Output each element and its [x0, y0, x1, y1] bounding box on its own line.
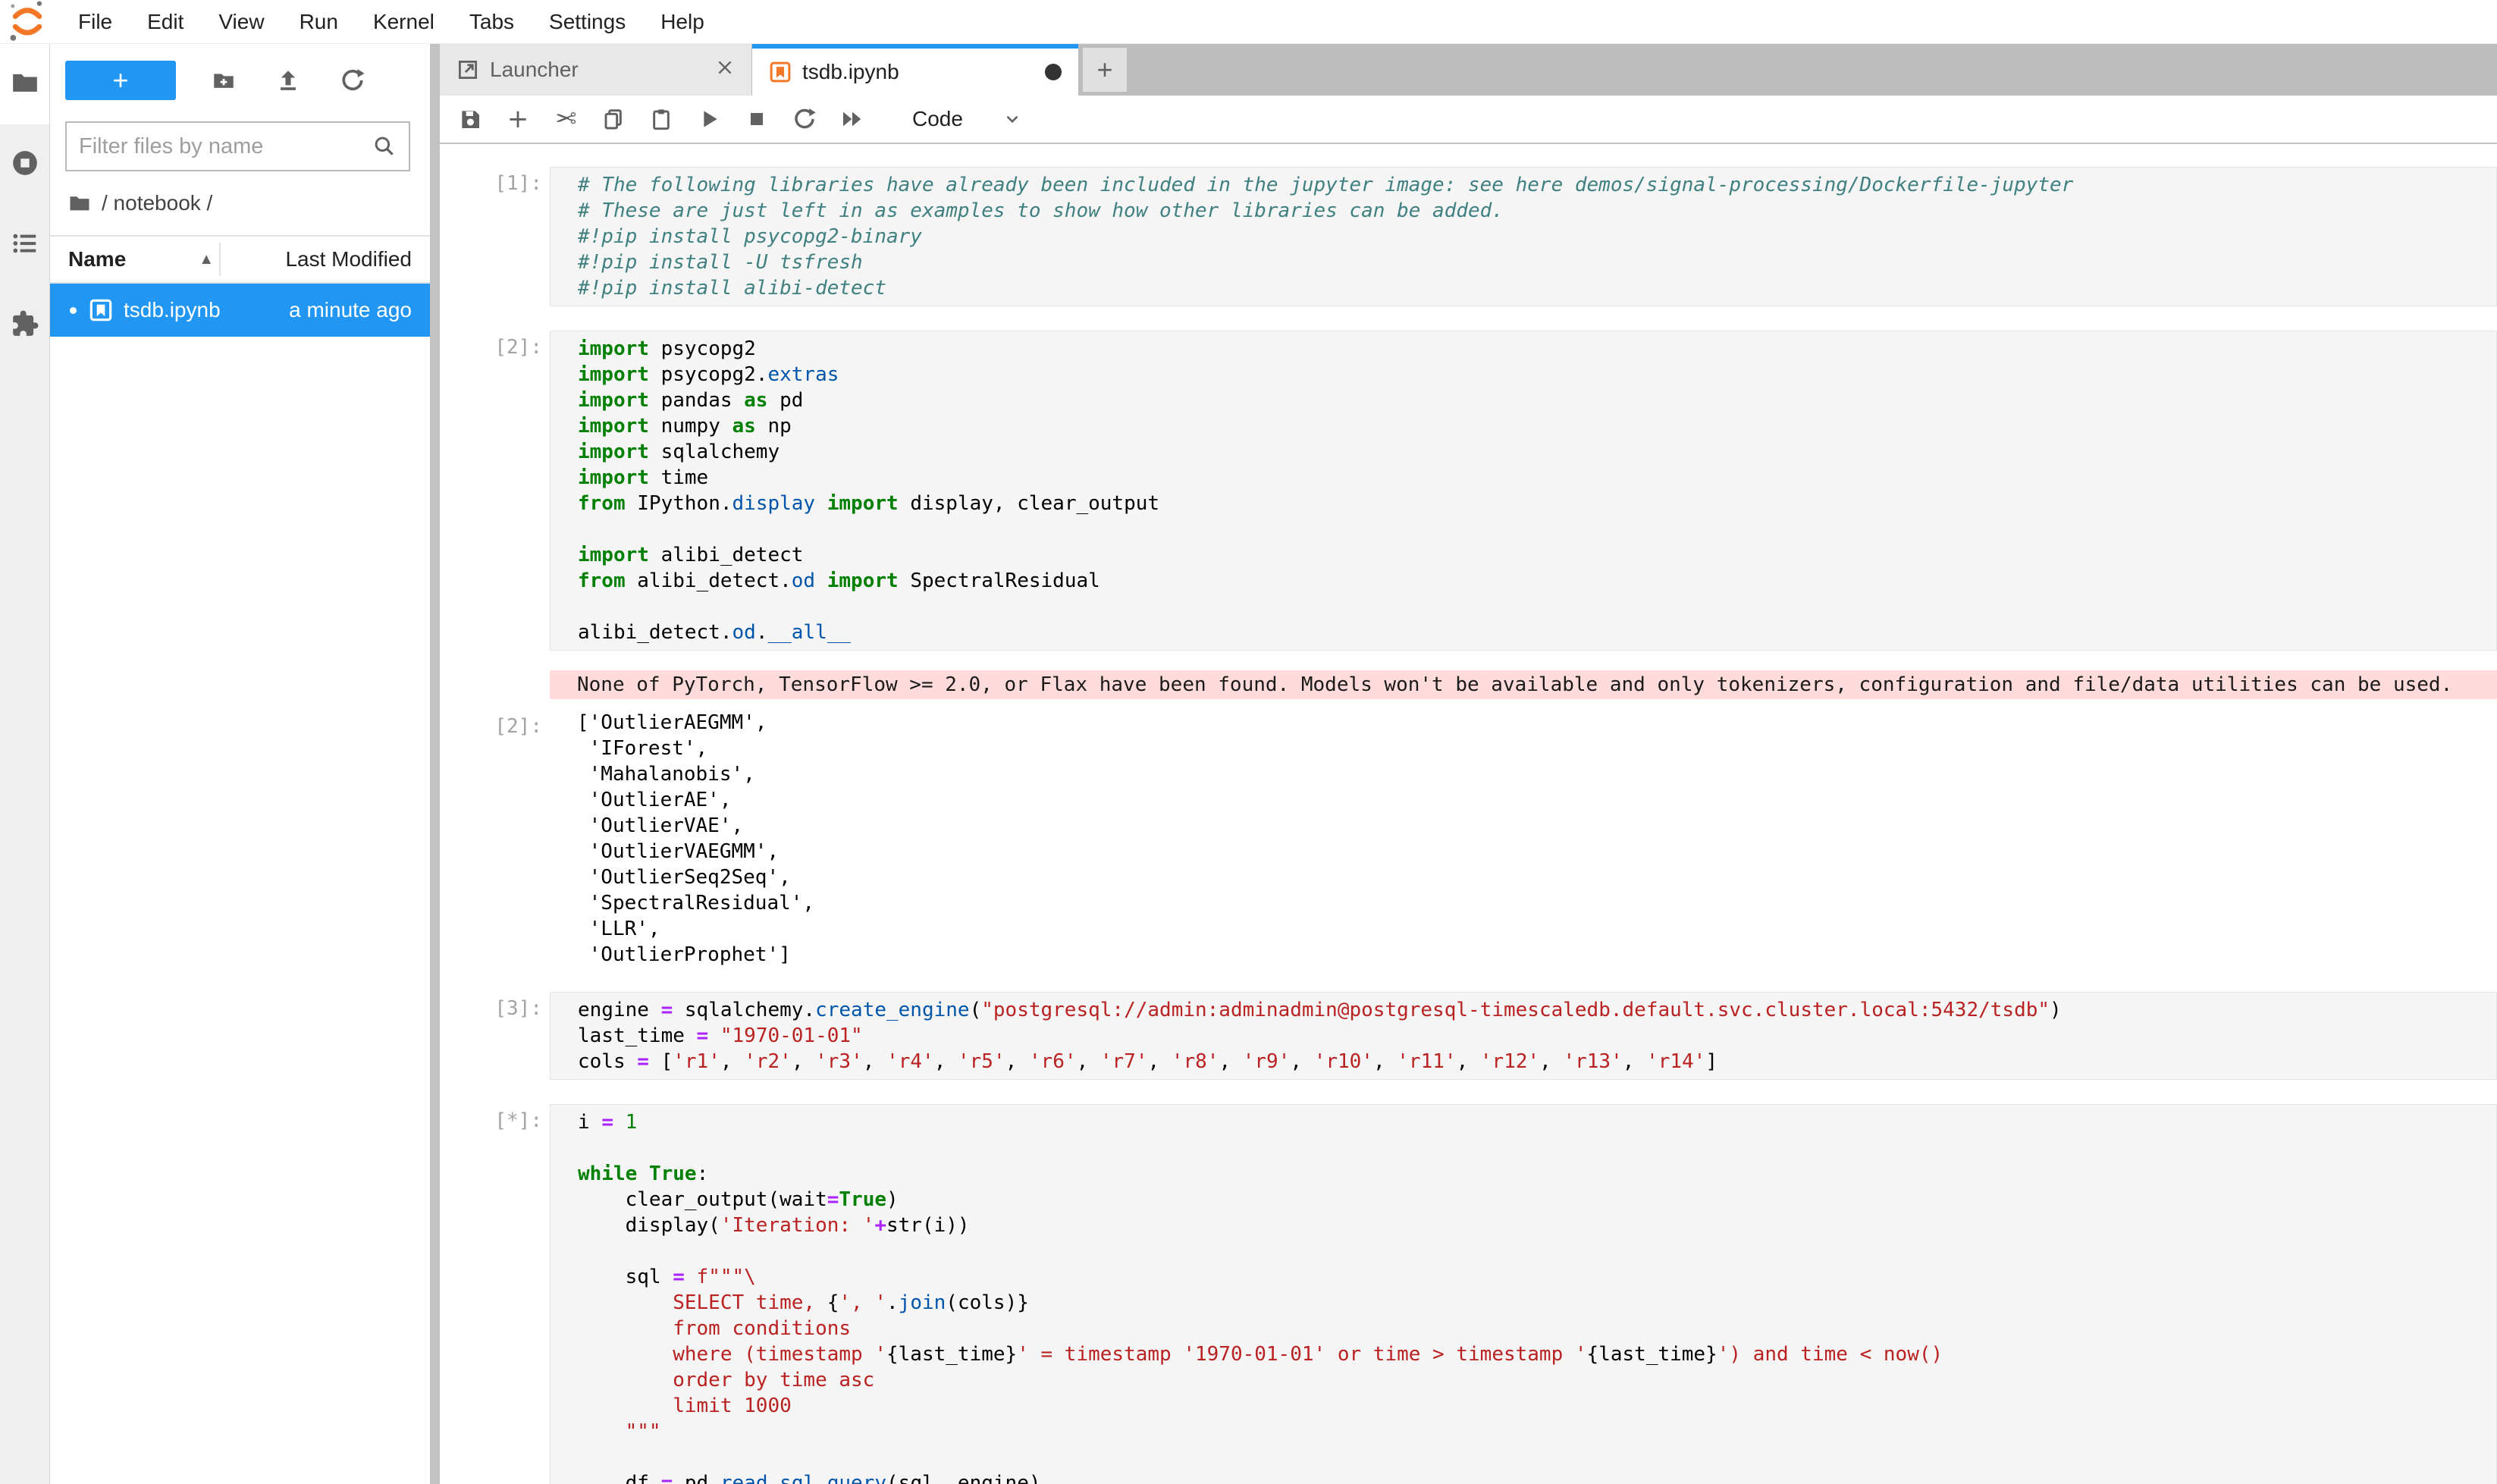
copy-cells-button[interactable]: [600, 104, 627, 134]
save-button[interactable]: [456, 104, 484, 134]
restart-kernel-button[interactable]: [791, 104, 818, 134]
add-cell-button[interactable]: +: [504, 104, 532, 134]
breadcrumb: / notebook /: [68, 187, 430, 220]
table-of-contents-icon: [11, 229, 39, 262]
panel-splitter[interactable]: [430, 44, 440, 1484]
activity-bar: [0, 44, 50, 1484]
menu-edit[interactable]: Edit: [130, 10, 201, 33]
jupyterlab-window: FileEditViewRunKernelTabsSettingsHelp: [0, 0, 2497, 1484]
menu-settings[interactable]: Settings: [532, 10, 643, 33]
refresh-button[interactable]: [336, 64, 369, 97]
jupyter-logo: [8, 2, 47, 42]
scissors-icon: ✂: [555, 104, 577, 134]
cell-editor[interactable]: import psycopg2import psycopg2.extrasimp…: [550, 331, 2497, 651]
new-folder-button[interactable]: [207, 64, 240, 97]
cell-input-prompt: [*]:: [440, 1104, 550, 1484]
cell-output-prompt: [440, 670, 550, 699]
code-cell: [*]:i = 1 while True: clear_output(wait=…: [440, 1104, 2497, 1484]
sidebar-tab-extensions[interactable]: [0, 285, 49, 366]
paste-icon: [649, 107, 673, 131]
column-name[interactable]: Name: [68, 247, 126, 271]
breadcrumb-path[interactable]: / notebook /: [102, 191, 212, 215]
code-cell: [2]:import psycopg2import psycopg2.extra…: [440, 331, 2497, 968]
tab-bar: Launcher tsdb.ipynb +: [440, 44, 2497, 96]
menu-kernel[interactable]: Kernel: [356, 10, 452, 33]
dock-panel: Launcher tsdb.ipynb +: [440, 44, 2497, 1484]
search-icon: [372, 134, 397, 158]
paste-cells-button[interactable]: [648, 104, 675, 134]
new-launcher-button[interactable]: +: [65, 61, 176, 100]
unsaved-dot-icon: [70, 307, 77, 314]
plus-icon: +: [112, 67, 128, 94]
run-all-button[interactable]: [839, 104, 866, 134]
notebook-file-icon: [89, 298, 113, 322]
run-cell-button[interactable]: [695, 104, 723, 134]
copy-icon: [601, 107, 626, 131]
folder-icon: [11, 68, 39, 101]
file-list-header: Name ▲ Last Modified: [50, 235, 430, 284]
tab-tsdb-label: tsdb.ipynb: [802, 60, 1045, 84]
sort-ascending-icon[interactable]: ▲: [199, 251, 214, 268]
code-cell: [3]:engine = sqlalchemy.create_engine("p…: [440, 992, 2497, 1080]
refresh-icon: [340, 67, 365, 93]
close-tab-icon[interactable]: [715, 58, 735, 83]
cell-editor[interactable]: # The following libraries have already b…: [550, 167, 2497, 306]
execute-result: ['OutlierAEGMM', 'IForest', 'Mahalanobis…: [550, 710, 2497, 968]
running-kernels-icon: [11, 149, 39, 181]
file-modified: a minute ago: [289, 298, 412, 322]
file-row-tsdb[interactable]: tsdb.ipynb a minute ago: [50, 284, 430, 337]
column-last-modified[interactable]: Last Modified: [285, 247, 412, 271]
tab-launcher-label: Launcher: [490, 58, 715, 82]
plus-icon: +: [507, 104, 529, 134]
new-folder-icon: [211, 67, 237, 93]
chevron-down-icon: [1002, 109, 1022, 129]
new-tab-button[interactable]: +: [1083, 48, 1127, 92]
extensions-icon: [11, 309, 39, 342]
tab-tsdb-notebook[interactable]: tsdb.ipynb: [752, 44, 1078, 96]
upload-button[interactable]: [271, 64, 305, 97]
cell-type-value: Code: [912, 107, 963, 131]
cell-input-prompt: [3]:: [440, 992, 550, 1080]
menu-run[interactable]: Run: [282, 10, 356, 33]
menu-bar: FileEditViewRunKernelTabsSettingsHelp: [0, 0, 2497, 44]
home-folder-icon[interactable]: [68, 192, 91, 215]
cell-type-dropdown[interactable]: Code: [912, 107, 1022, 131]
menu-tabs[interactable]: Tabs: [452, 10, 532, 33]
menu-view[interactable]: View: [201, 10, 281, 33]
cell-output-prompt: [2]:: [440, 710, 550, 968]
restart-icon: [792, 107, 817, 131]
file-browser-panel: +: [50, 44, 430, 1484]
plus-icon: +: [1096, 54, 1112, 86]
file-name: tsdb.ipynb: [124, 298, 221, 322]
upload-icon: [275, 67, 301, 93]
fast-forward-icon: [840, 107, 864, 131]
unsaved-changes-dot[interactable]: [1045, 64, 1062, 80]
interrupt-kernel-button[interactable]: [743, 104, 770, 134]
menu-file[interactable]: File: [61, 10, 130, 33]
cell-input-prompt: [1]:: [440, 167, 550, 306]
launcher-icon: [456, 58, 479, 81]
file-browser-toolbar: +: [50, 53, 430, 108]
sidebar-tab-filebrowser[interactable]: [0, 44, 49, 124]
cut-cells-button[interactable]: ✂: [552, 104, 579, 134]
stderr-output: None of PyTorch, TensorFlow >= 2.0, or F…: [550, 670, 2497, 699]
tab-launcher[interactable]: Launcher: [440, 44, 752, 96]
cell-input-prompt: [2]:: [440, 331, 550, 651]
menu-items: FileEditViewRunKernelTabsSettingsHelp: [61, 10, 722, 34]
sidebar-tab-running[interactable]: [0, 124, 49, 205]
notebook-tab-icon: [769, 61, 792, 83]
filter-files-input[interactable]: [79, 134, 372, 159]
notebook-area: [1]:# The following libraries have alrea…: [440, 144, 2497, 1484]
filter-files-box: [65, 121, 410, 171]
cell-editor[interactable]: i = 1 while True: clear_output(wait=True…: [550, 1104, 2497, 1484]
save-icon: [458, 107, 482, 131]
code-cell: [1]:# The following libraries have alrea…: [440, 167, 2497, 306]
run-icon: [704, 111, 717, 127]
cell-editor[interactable]: engine = sqlalchemy.create_engine("postg…: [550, 992, 2497, 1080]
sidebar-tab-toc[interactable]: [0, 205, 49, 285]
notebook-toolbar: + ✂: [440, 96, 2497, 144]
menu-help[interactable]: Help: [643, 10, 722, 33]
stop-icon: [751, 113, 763, 125]
